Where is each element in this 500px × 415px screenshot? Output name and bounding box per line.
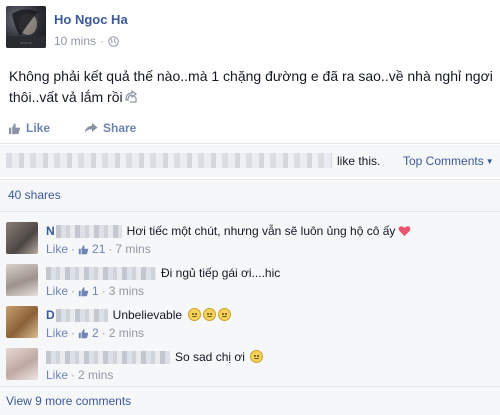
shares-link[interactable]: 40 shares <box>8 188 61 202</box>
avatar[interactable] <box>6 222 38 254</box>
view-more-comments-link[interactable]: View 9 more comments <box>6 394 131 408</box>
share-button[interactable]: Share <box>84 121 136 135</box>
comment-like-count[interactable]: 1 <box>78 284 99 298</box>
comment-item: N Hơi tiếc một chút, nhưng vẫn sẽ luôn ủ… <box>0 216 500 258</box>
comment-item: D Unbelievable Like · 2 · 2 mins <box>0 300 500 342</box>
comment-like-count[interactable]: 21 <box>78 242 105 256</box>
thumbs-up-icon <box>78 286 89 296</box>
thumbs-up-icon <box>78 244 89 254</box>
comment-item: Đi ngủ tiếp gái ơi....hic Like · 1 · 3 m… <box>0 258 500 300</box>
comment-text: Unbelievable <box>112 308 183 322</box>
avatar[interactable] <box>6 348 38 380</box>
comment-line: N Hơi tiếc một chút, nhưng vẫn sẽ luôn ủ… <box>46 224 411 238</box>
comment-item: So sad chị ơi Like · 2 mins <box>0 342 500 384</box>
comment-meta: Like · 2 mins <box>46 368 113 382</box>
meta-separator: · <box>108 242 113 256</box>
like-count-value: 2 <box>92 326 99 340</box>
commenter-name-blurred[interactable] <box>55 308 108 322</box>
post-meta: 10 mins · <box>54 34 119 48</box>
top-comments-dropdown[interactable]: Top Comments ▼ <box>403 154 494 168</box>
share-arrow-icon <box>84 123 98 133</box>
crying-face-icon <box>186 308 232 322</box>
heart-icon <box>399 226 411 237</box>
author-avatar[interactable]: ~~~ <box>6 6 46 48</box>
thumbs-up-icon <box>8 122 20 134</box>
comment-line: D Unbelievable <box>46 308 232 322</box>
meta-separator: · <box>101 284 106 298</box>
post-header: ~~~ Ho Ngoc Ha 10 mins · <box>0 0 500 58</box>
comment-time[interactable]: 3 mins <box>109 284 144 298</box>
comment-line: Đi ngủ tiếp gái ơi....hic <box>46 266 280 280</box>
post-text-content: Không phải kết quả thế nào..mà 1 chặng đ… <box>9 68 493 105</box>
thumbs-up-icon <box>78 328 89 338</box>
comment-like-link[interactable]: Like <box>46 284 68 298</box>
post-text: Không phải kết quả thế nào..mà 1 chặng đ… <box>9 66 497 108</box>
comment-time[interactable]: 7 mins <box>115 242 150 256</box>
avatar[interactable] <box>6 306 38 338</box>
likers-names-blurred[interactable] <box>6 153 332 168</box>
post-actions: Like Share <box>0 116 500 140</box>
comment-text: Hơi tiếc một chút, nhưng vẫn sẽ luôn ủng… <box>126 224 396 238</box>
comment-meta: Like · 1 · 3 mins <box>46 284 144 298</box>
like-count-value: 21 <box>92 242 106 256</box>
likes-suffix: like this. <box>337 154 381 168</box>
share-label: Share <box>103 121 137 135</box>
comment-text: So sad chị ơi <box>175 350 245 364</box>
sticker-icon <box>125 90 137 103</box>
comments-list: N Hơi tiếc một chút, nhưng vẫn sẽ luôn ủ… <box>0 212 500 415</box>
comment-text: Đi ngủ tiếp gái ơi....hic <box>161 266 281 280</box>
author-name[interactable]: Ho Ngoc Ha <box>54 12 128 27</box>
comment-time[interactable]: 2 mins <box>109 326 144 340</box>
post-time[interactable]: 10 mins <box>54 34 96 48</box>
meta-separator: · <box>71 368 76 382</box>
sad-face-icon <box>248 350 263 364</box>
commenter-name[interactable]: N <box>46 224 55 238</box>
comment-meta: Like · 2 · 2 mins <box>46 326 144 340</box>
comment-like-link[interactable]: Like <box>46 326 68 340</box>
divider <box>0 179 500 180</box>
globe-icon[interactable] <box>108 35 119 47</box>
comment-like-count[interactable]: 2 <box>78 326 99 340</box>
meta-separator: · <box>71 242 76 256</box>
commenter-name-blurred[interactable] <box>55 224 122 238</box>
comment-meta: Like · 21 · 7 mins <box>46 242 151 256</box>
top-comments-label: Top Comments <box>403 154 484 168</box>
commenter-name-blurred[interactable] <box>46 266 156 280</box>
comment-time[interactable]: 2 mins <box>78 368 113 382</box>
like-count-value: 1 <box>92 284 99 298</box>
comment-like-link[interactable]: Like <box>46 368 68 382</box>
comment-like-link[interactable]: Like <box>46 242 68 256</box>
avatar[interactable] <box>6 264 38 296</box>
like-label: Like <box>26 121 51 135</box>
commenter-name-blurred[interactable] <box>46 350 170 364</box>
meta-separator: · <box>71 326 76 340</box>
caret-down-icon: ▼ <box>485 157 494 166</box>
commenter-name[interactable]: D <box>46 308 55 322</box>
like-button[interactable]: Like <box>8 121 50 135</box>
comment-line: So sad chị ơi <box>46 350 263 364</box>
divider <box>0 143 500 144</box>
svg-text:~~~: ~~~ <box>20 41 33 47</box>
meta-separator: · <box>100 34 105 48</box>
divider <box>0 386 500 387</box>
shares-row <box>0 181 500 211</box>
meta-separator: · <box>101 326 106 340</box>
avatar-photo-icon: ~~~ <box>6 9 46 48</box>
meta-separator: · <box>71 284 76 298</box>
